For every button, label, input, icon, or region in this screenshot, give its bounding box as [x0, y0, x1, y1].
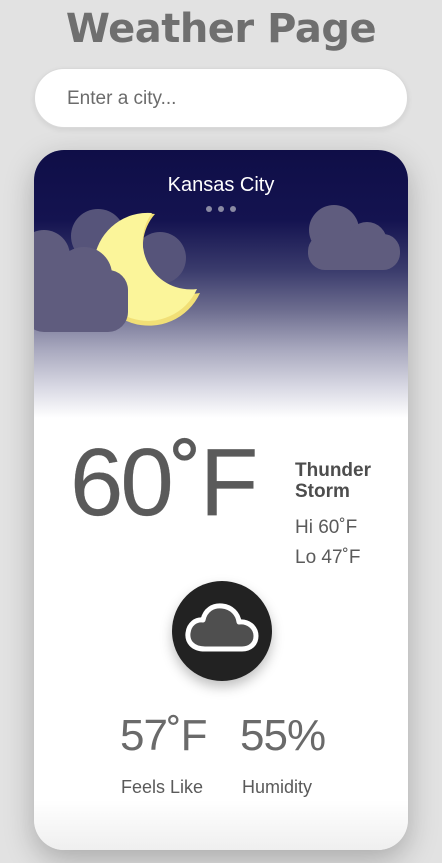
cloud-icon	[185, 603, 259, 652]
weather-condition: Thunder Storm	[295, 460, 371, 502]
page-dot[interactable]	[230, 206, 236, 212]
feels-like-label: Feels Like	[121, 777, 204, 797]
low-temperature: Lo 47˚F	[295, 547, 361, 568]
weather-card: Kansas City 60˚F Thunder Storm Hi 60˚F L…	[34, 150, 408, 850]
current-temperature: 60˚F	[70, 429, 259, 536]
sky-illustration: Kansas City	[34, 150, 408, 420]
page-dot[interactable]	[206, 206, 212, 212]
city-name: Kansas City	[167, 174, 275, 196]
search-input[interactable]	[65, 69, 389, 129]
search-bar[interactable]	[34, 68, 408, 129]
card-bottom-fade	[34, 800, 408, 850]
humidity-label: Humidity	[242, 777, 313, 797]
high-temperature: Hi 60˚F	[295, 517, 358, 538]
weather-icon-button	[172, 581, 272, 681]
page-title: Weather Page	[65, 6, 377, 52]
page-dots[interactable]	[34, 206, 408, 216]
feels-like-value: 57˚F	[120, 711, 207, 760]
page-dot[interactable]	[218, 206, 224, 212]
humidity-value: 55%	[240, 711, 326, 760]
